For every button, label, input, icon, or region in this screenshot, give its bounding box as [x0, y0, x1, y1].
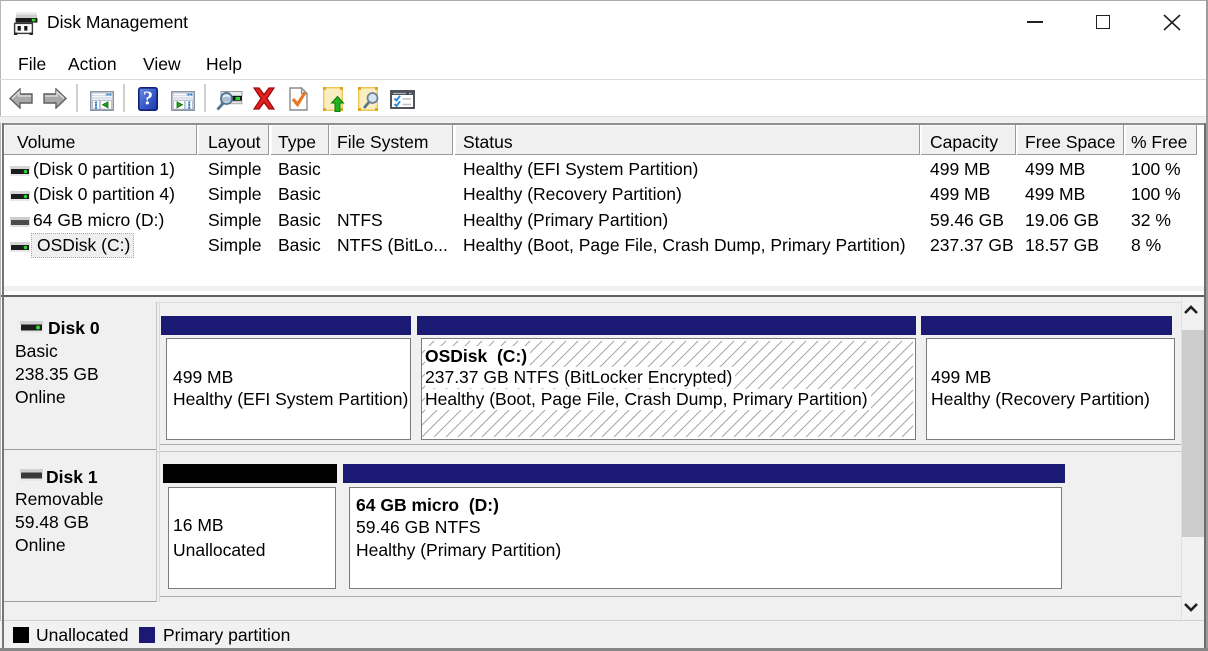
- svg-text:?: ?: [143, 88, 153, 110]
